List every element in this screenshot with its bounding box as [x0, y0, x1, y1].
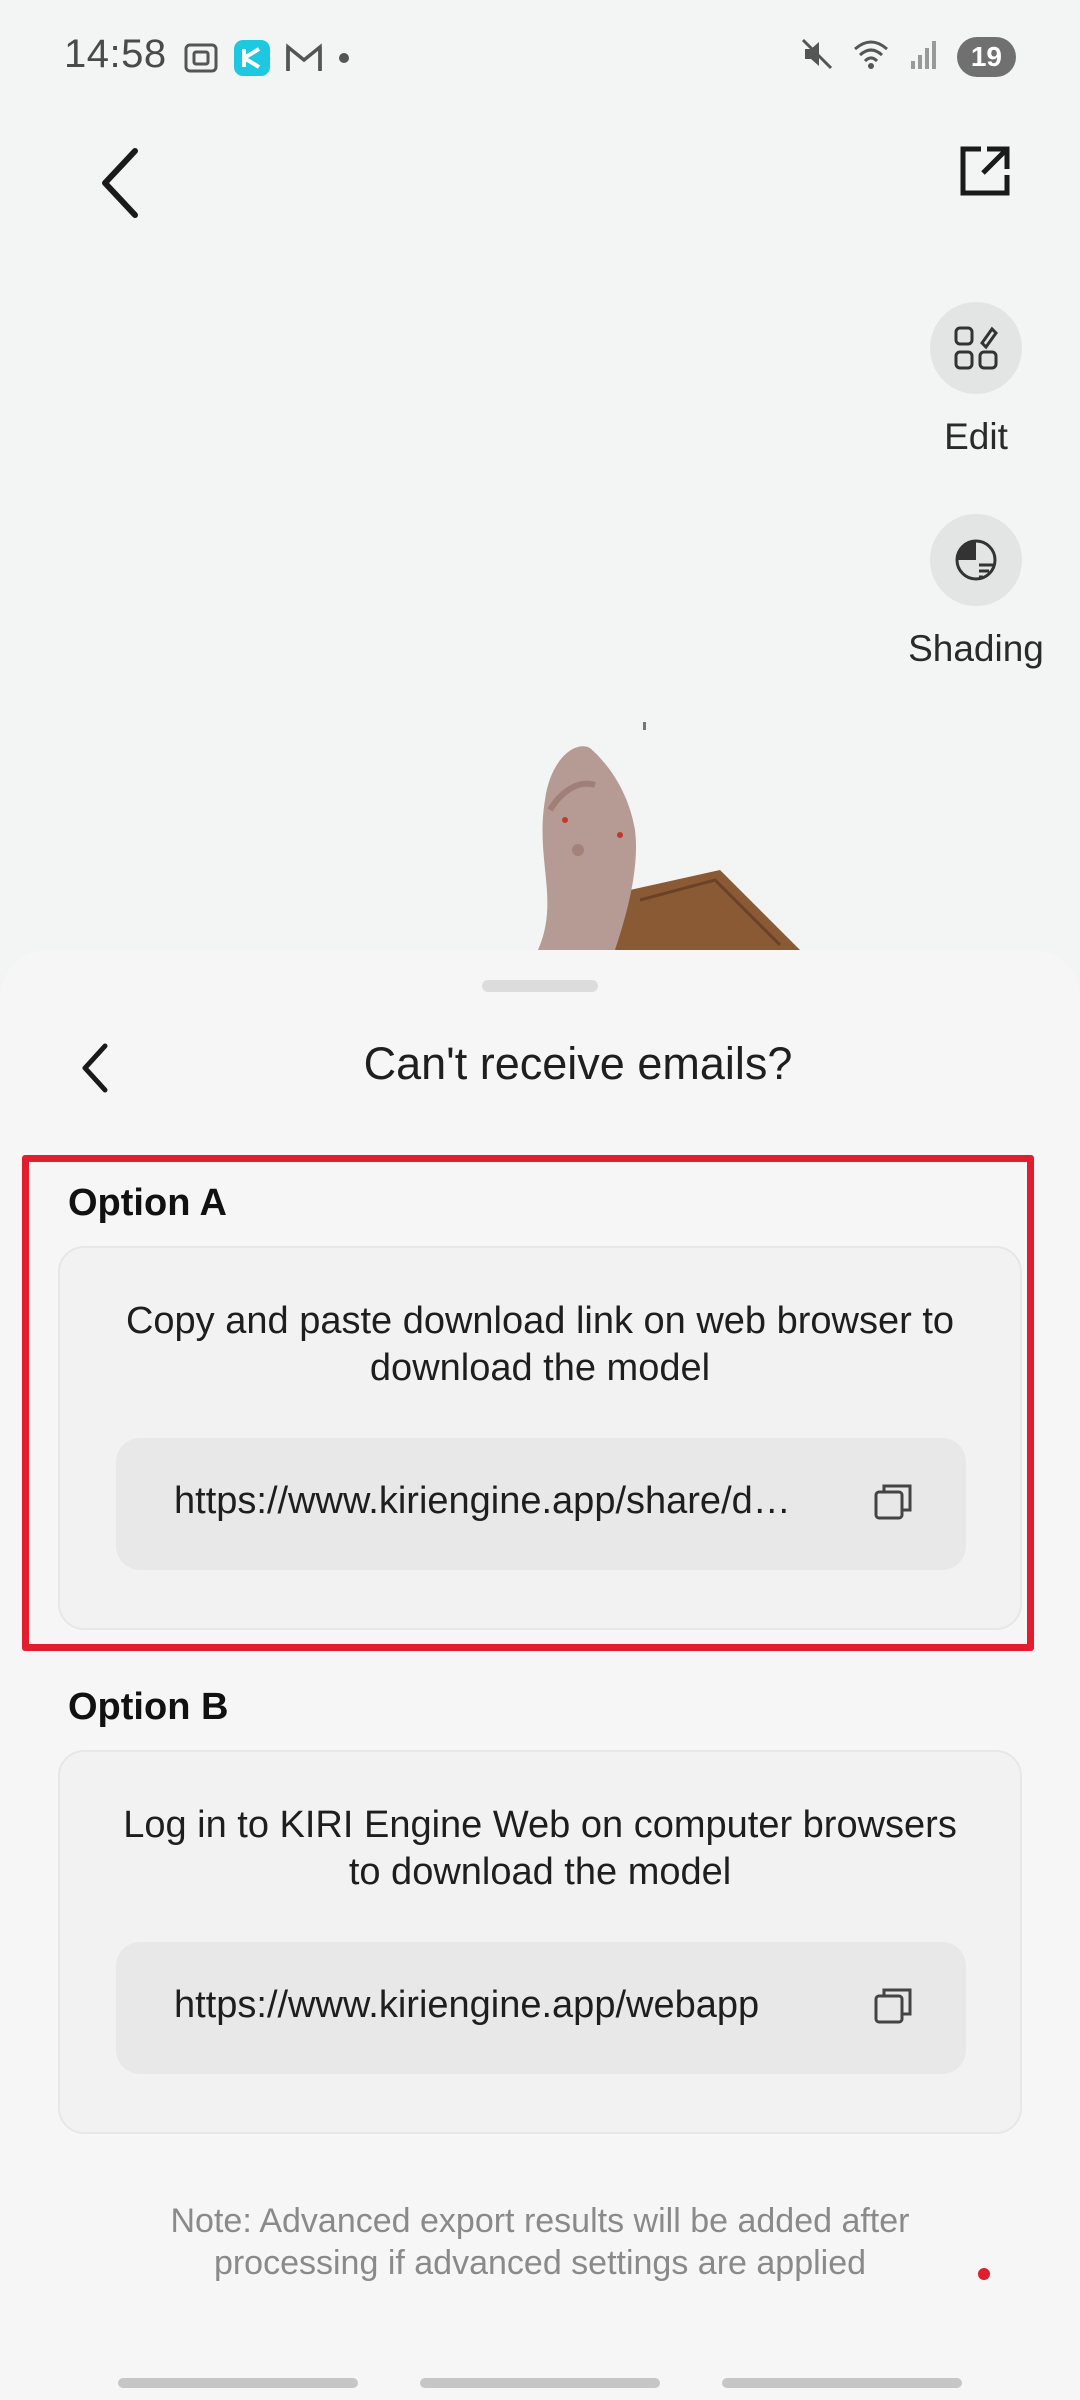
tiny-mark: [643, 722, 646, 730]
signal-icon: [907, 37, 941, 76]
status-icons-right: 19: [799, 36, 1016, 77]
sheet-title: Can't receive emails?: [363, 1038, 793, 1089]
option-b-card: Log in to KIRI Engine Web on computer br…: [58, 1750, 1022, 2134]
chevron-left-icon: [95, 143, 145, 228]
bottom-sheet: Can't receive emails? Option A Copy and …: [0, 950, 1080, 2400]
shading-tool-button[interactable]: Shading: [886, 514, 1066, 670]
screenshot-icon: [182, 39, 220, 82]
3d-model-preview[interactable]: [450, 740, 810, 950]
back-button[interactable]: [80, 140, 160, 230]
option-b-link-box[interactable]: https://www.kiriengine.app/webapp: [116, 1942, 966, 2074]
gmail-icon: [284, 41, 324, 80]
grid-edit-icon: [930, 302, 1022, 394]
battery-indicator: 19: [956, 36, 1016, 77]
copy-icon: [872, 1984, 916, 2033]
option-b-description: Log in to KIRI Engine Web on computer br…: [123, 1804, 957, 1893]
screen: 14:58 19 Edit Shading Can't receive emai…: [0, 0, 1080, 2400]
option-b-copy-button[interactable]: [870, 1984, 918, 2032]
nav-recents-button[interactable]: [118, 2378, 358, 2388]
advanced-export-note: Note: Advanced export results will be ad…: [170, 2202, 910, 2282]
shading-label: Shading: [908, 628, 1044, 669]
share-button[interactable]: [950, 138, 1020, 208]
app-k-icon: [232, 38, 272, 83]
status-icons-left: [182, 38, 352, 83]
dot-icon: [336, 50, 352, 71]
nav-home-button[interactable]: [420, 2378, 660, 2388]
status-time: 14:58: [64, 32, 167, 76]
share-external-icon: [955, 141, 1015, 206]
option-b-link[interactable]: https://www.kiriengine.app/webapp: [174, 1984, 834, 2027]
shading-icon: [930, 514, 1022, 606]
edit-tool-button[interactable]: Edit: [886, 302, 1066, 458]
mute-icon: [799, 36, 835, 77]
option-b-title: Option B: [68, 1686, 229, 1728]
sheet-grabber[interactable]: [482, 980, 598, 992]
highlight-frame: [22, 1155, 1034, 1651]
red-dot-indicator: [978, 2268, 990, 2280]
wifi-icon: [851, 37, 891, 76]
status-bar: 14:58 19: [0, 0, 1080, 120]
edit-label: Edit: [944, 416, 1008, 457]
nav-back-button[interactable]: [722, 2378, 962, 2388]
navigation-bar: [0, 2360, 1080, 2400]
